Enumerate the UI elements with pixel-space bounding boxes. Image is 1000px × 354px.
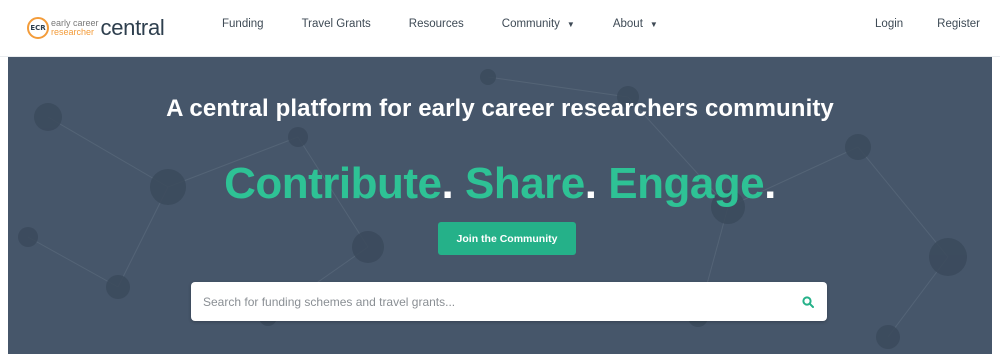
search-icon xyxy=(802,296,814,308)
hero-headline: A central platform for early career rese… xyxy=(166,95,834,122)
hero-tagline: Contribute. Share. Engage. xyxy=(8,159,992,209)
register-link[interactable]: Register xyxy=(937,18,980,30)
tagline-dot: . xyxy=(764,159,776,208)
chevron-down-icon: ▼ xyxy=(649,19,658,29)
auth-links: Login Register xyxy=(841,18,980,30)
nav-item-funding[interactable]: Funding xyxy=(222,18,264,30)
nav-item-resources[interactable]: Resources xyxy=(409,18,464,30)
nav-item-travel-grants[interactable]: Travel Grants xyxy=(302,18,371,30)
brand-name: central xyxy=(100,15,165,40)
top-navbar: ECR early career researcher central Fund… xyxy=(0,0,1000,57)
chevron-down-icon: ▼ xyxy=(566,19,575,29)
search-bar xyxy=(191,282,827,321)
brand-logo[interactable]: ECR early career researcher central xyxy=(27,12,165,44)
tagline-word-share: Share xyxy=(464,159,585,208)
search-input[interactable] xyxy=(203,282,773,321)
nav-item-label: Funding xyxy=(222,18,264,30)
nav-item-label: Community xyxy=(501,18,560,30)
main-nav: Funding Travel Grants Resources Communit… xyxy=(222,18,696,30)
search-button[interactable] xyxy=(797,291,819,313)
join-community-button[interactable]: Join the Community xyxy=(438,222,576,255)
nav-item-label: Resources xyxy=(408,18,464,30)
tagline-word-contribute: Contribute xyxy=(224,159,442,208)
brand-line-2: researcher xyxy=(51,27,95,37)
login-link[interactable]: Login xyxy=(875,18,903,30)
tagline-dot: . xyxy=(584,159,597,208)
page: ECR early career researcher central Fund… xyxy=(0,0,1000,354)
brand-stack: early career researcher xyxy=(51,19,99,37)
nav-item-label: Travel Grants xyxy=(301,18,371,30)
nav-item-about[interactable]: About ▼ xyxy=(613,18,658,30)
brand-badge: ECR xyxy=(27,17,49,39)
hero-banner: A central platform for early career rese… xyxy=(8,57,992,354)
tagline-word-engage: Engage xyxy=(608,159,765,208)
nav-item-community[interactable]: Community ▼ xyxy=(502,18,575,30)
nav-item-label: About xyxy=(612,18,643,30)
tagline-dot: . xyxy=(441,159,454,208)
